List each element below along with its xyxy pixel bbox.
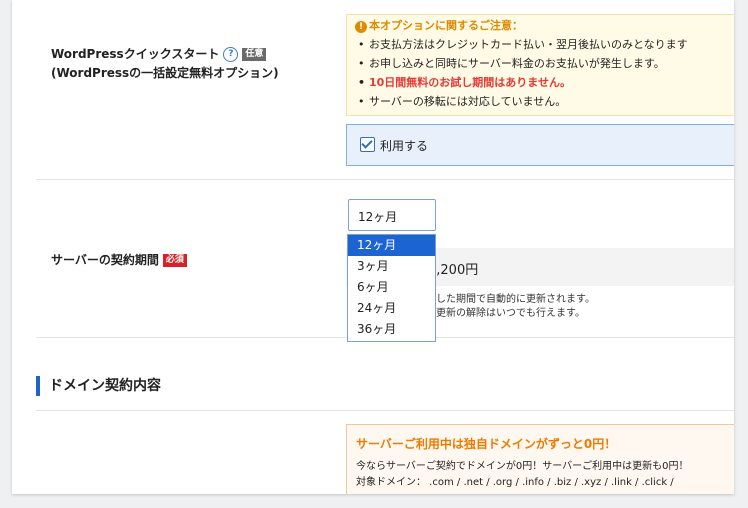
notice-list: お支払方法はクレジットカード払い・翌月後払いのみとなります お申し込みと同時にサ… bbox=[355, 35, 734, 111]
contract-period-title: サーバーの契約期間 bbox=[51, 253, 159, 267]
domain-section-title: ドメイン契約内容 bbox=[49, 378, 161, 394]
notice-title-text: 本オプションに関するご注意： bbox=[369, 19, 523, 32]
dropdown-option-3m[interactable]: 3ヶ月 bbox=[348, 256, 435, 277]
use-checkbox-label[interactable]: 利用する bbox=[380, 139, 428, 153]
domain-promo-box: サーバーご利用中は独自ドメインがずっと0円！ 今ならサーバーご契約でドメインが0… bbox=[346, 424, 734, 494]
promo-domains: 対象ドメイン： .com / .net / .org / .info / .bi… bbox=[356, 477, 674, 488]
wp-quickstart-label: WordPressクイックスタート? 任意 (WordPressの一括設定無料オプ… bbox=[51, 45, 279, 83]
dropdown-option-6m[interactable]: 6ヶ月 bbox=[348, 277, 435, 298]
section-accent-bar bbox=[36, 376, 40, 396]
order-form-page: WordPressクイックスタート? 任意 (WordPressの一括設定無料オプ… bbox=[12, 0, 734, 494]
use-checkbox[interactable] bbox=[360, 137, 375, 152]
contract-period-select[interactable]: 12ヶ月 bbox=[348, 199, 436, 231]
help-icon[interactable]: ? bbox=[223, 47, 239, 62]
required-badge: 必須 bbox=[162, 254, 187, 267]
dropdown-option-12m[interactable]: 12ヶ月 bbox=[348, 235, 435, 256]
divider bbox=[36, 179, 734, 180]
promo-text: 今ならサーバーご契約でドメインが0円！サーバーご利用中は更新も0円！ bbox=[356, 461, 689, 472]
divider bbox=[36, 410, 734, 411]
notice-item: サーバーの移転には対応していません。 bbox=[358, 92, 734, 111]
renewal-note-line: 更新の解除はいつでも行えます。 bbox=[436, 308, 585, 319]
use-option-box[interactable]: 利用する bbox=[346, 124, 734, 166]
dropdown-option-36m[interactable]: 36ヶ月 bbox=[348, 319, 435, 340]
renewal-note-line: した期間で自動的に更新されます。 bbox=[436, 294, 595, 305]
option-notice: !本オプションに関するご注意： お支払方法はクレジットカード払い・翌月後払いのみ… bbox=[346, 14, 734, 116]
notice-item: お支払方法はクレジットカード払い・翌月後払いのみとなります bbox=[358, 35, 734, 54]
renewal-note: した期間で自動的に更新されます。 更新の解除はいつでも行えます。 bbox=[436, 293, 595, 321]
warning-icon: ! bbox=[355, 21, 367, 33]
contract-period-label: サーバーの契約期間 必須 bbox=[51, 252, 187, 268]
notice-title: ! 本オプションに関するご注意： bbox=[355, 16, 734, 35]
dropdown-option-24m[interactable]: 24ヶ月 bbox=[348, 298, 435, 319]
contract-period-dropdown[interactable]: 12ヶ月 3ヶ月 6ヶ月 24ヶ月 36ヶ月 bbox=[347, 234, 436, 342]
wp-quickstart-title: WordPressクイックスタート bbox=[51, 47, 220, 61]
notice-item-warning: 10日間無料のお試し期間はありません。 bbox=[358, 73, 734, 92]
optional-badge: 任意 bbox=[242, 48, 267, 61]
wp-quickstart-subtitle: (WordPressの一括設定無料オプション) bbox=[51, 66, 279, 80]
promo-title: サーバーご利用中は独自ドメインがずっと0円！ bbox=[356, 437, 617, 451]
notice-item: お申し込みと同時にサーバー料金のお支払いが発生します。 bbox=[358, 54, 734, 73]
